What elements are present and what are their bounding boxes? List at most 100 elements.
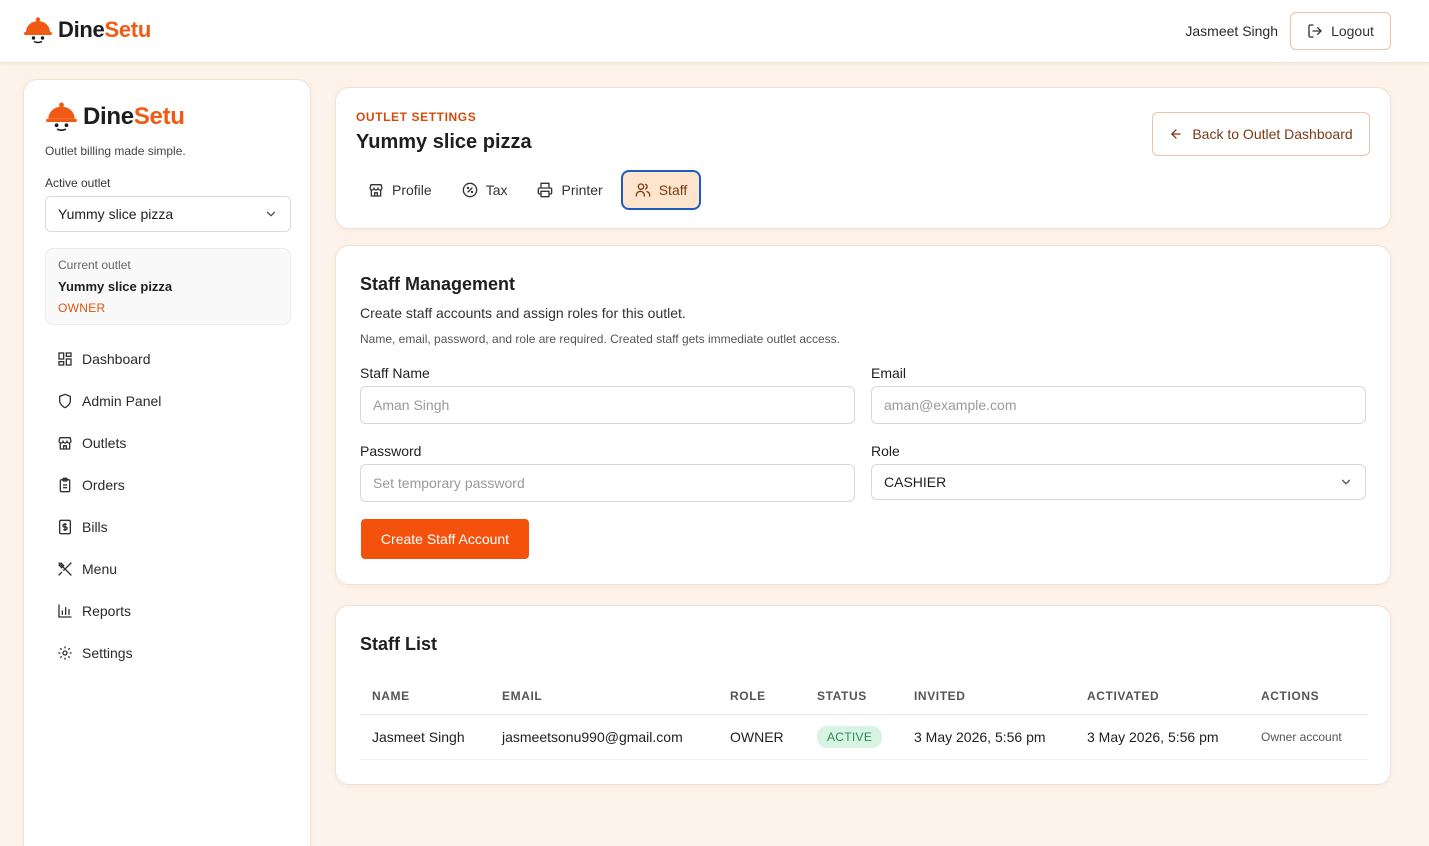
tab-profile[interactable]: Profile (356, 170, 444, 210)
utensils-icon (57, 561, 73, 577)
column-header-actions: ACTIONS (1261, 689, 1320, 703)
sidebar-item-reports[interactable]: Reports (45, 590, 291, 632)
brand-name-setu: Setu (104, 17, 151, 42)
tab-label: Profile (392, 182, 432, 198)
staff-list-card: Staff List NAME EMAIL ROLE STATUS INVITE… (335, 605, 1391, 785)
chevron-down-icon (1341, 479, 1351, 485)
brand-logo[interactable]: DineSetu (23, 16, 151, 44)
cell-invited: 3 May 2026, 5:56 pm (914, 729, 1046, 745)
column-header-status: STATUS (817, 689, 867, 703)
email-input[interactable] (871, 386, 1366, 424)
tab-staff[interactable]: Staff (620, 170, 702, 210)
sidebar-brand-logo: DineSetu (45, 101, 185, 132)
sidebar-item-dashboard[interactable]: Dashboard (45, 338, 291, 380)
tab-label: Printer (561, 182, 603, 198)
sidebar-item-label: Bills (82, 519, 108, 535)
cell-status: ACTIVE (805, 726, 902, 748)
sidebar-item-label: Menu (82, 561, 118, 577)
password-input[interactable] (360, 464, 855, 502)
current-outlet-card: Current outlet Yummy slice pizza OWNER (45, 248, 291, 325)
sidebar-item-settings[interactable]: Settings (45, 632, 291, 674)
top-bar: DineSetu Jasmeet Singh Logout (0, 0, 1429, 63)
table-row: Jasmeet Singh jasmeetsonu990@gmail.com O… (360, 715, 1368, 760)
sidebar-item-label: Reports (82, 603, 132, 619)
cell-email: jasmeetsonu990@gmail.com (502, 729, 683, 745)
sidebar-item-label: Outlets (82, 435, 127, 451)
sidebar-item-outlets[interactable]: Outlets (45, 422, 291, 464)
cell-action: Owner account (1261, 730, 1342, 744)
column-header-activated: ACTIVATED (1087, 689, 1160, 703)
tab-label: Tax (485, 182, 508, 198)
staff-name-input[interactable] (360, 386, 855, 424)
bar-chart-icon (57, 603, 73, 619)
current-outlet-label: Current outlet (58, 258, 131, 272)
brand-name-dine: Dine (58, 17, 105, 42)
gear-icon (57, 645, 73, 661)
arrow-left-icon (1171, 129, 1182, 139)
sidebar-item-label: Dashboard (82, 351, 151, 367)
shield-icon (57, 393, 73, 409)
users-icon (635, 183, 651, 197)
receipt-icon (57, 519, 73, 535)
chevron-down-icon (266, 211, 276, 217)
settings-tabs: Profile Tax Printer Staff (356, 170, 707, 210)
column-header-name: NAME (372, 689, 410, 703)
column-header-role: ROLE (730, 689, 766, 703)
back-button-label: Back to Outlet Dashboard (1192, 126, 1353, 142)
logout-label: Logout (1331, 23, 1374, 39)
user-name: Jasmeet Singh (1185, 23, 1278, 39)
sidebar-brand-dine: Dine (83, 102, 134, 130)
sidebar-item-bills[interactable]: Bills (45, 506, 291, 548)
password-label: Password (360, 443, 422, 459)
tab-printer[interactable]: Printer (525, 170, 614, 210)
column-header-email: EMAIL (502, 689, 543, 703)
dashboard-icon (57, 351, 73, 367)
store-icon (57, 435, 73, 451)
tab-tax[interactable]: Tax (450, 170, 520, 210)
active-outlet-value: Yummy slice pizza (58, 206, 174, 222)
active-outlet-label: Active outlet (45, 176, 111, 190)
staff-management-card: Staff Management Create staff accounts a… (335, 245, 1391, 585)
store-icon (369, 184, 383, 197)
status-badge: ACTIVE (817, 726, 883, 748)
staff-management-description: Create staff accounts and assign roles f… (360, 305, 686, 321)
brand-tagline: Outlet billing made simple. (45, 144, 186, 158)
current-outlet-role: OWNER (58, 301, 106, 315)
staff-table: NAME EMAIL ROLE STATUS INVITED ACTIVATED… (360, 678, 1368, 760)
role-select-value: CASHIER (884, 474, 947, 490)
current-outlet-name: Yummy slice pizza (58, 279, 173, 294)
cloche-icon (24, 17, 52, 44)
table-header: NAME EMAIL ROLE STATUS INVITED ACTIVATED… (360, 678, 1368, 715)
sidebar-item-label: Admin Panel (82, 393, 162, 409)
percent-icon (462, 182, 478, 198)
role-select[interactable]: CASHIER (871, 464, 1366, 500)
page-title: Yummy slice pizza (356, 131, 532, 153)
cell-role: OWNER (730, 729, 784, 745)
clipboard-icon (57, 477, 73, 493)
sidebar-nav: Dashboard Admin Panel Outlets Orders Bil… (45, 338, 291, 674)
logout-icon (1308, 24, 1322, 38)
sidebar-item-admin-panel[interactable]: Admin Panel (45, 380, 291, 422)
sidebar-item-label: Orders (82, 477, 125, 493)
staff-management-note: Name, email, password, and role are requ… (360, 332, 841, 346)
staff-list-title: Staff List (360, 634, 438, 654)
cloche-icon (46, 102, 77, 132)
sidebar-item-menu[interactable]: Menu (45, 548, 291, 590)
outlet-settings-header: OUTLET SETTINGS Yummy slice pizza Back t… (335, 87, 1391, 229)
create-staff-button[interactable]: Create Staff Account (361, 519, 529, 559)
sidebar: DineSetu Outlet billing made simple. Act… (23, 79, 311, 846)
active-outlet-select[interactable]: Yummy slice pizza (45, 196, 291, 232)
sidebar-brand-setu: Setu (133, 102, 185, 130)
sidebar-item-orders[interactable]: Orders (45, 464, 291, 506)
role-label: Role (871, 443, 900, 459)
column-header-invited: INVITED (914, 689, 966, 703)
cell-activated: 3 May 2026, 5:56 pm (1087, 729, 1219, 745)
staff-name-label: Staff Name (360, 365, 430, 381)
logout-button[interactable]: Logout (1290, 12, 1391, 50)
page-eyebrow: OUTLET SETTINGS (356, 110, 477, 124)
back-to-dashboard-button[interactable]: Back to Outlet Dashboard (1152, 112, 1370, 156)
cell-name: Jasmeet Singh (372, 729, 465, 745)
printer-icon (538, 182, 553, 198)
tab-label: Staff (658, 182, 688, 198)
sidebar-item-label: Settings (82, 645, 133, 661)
